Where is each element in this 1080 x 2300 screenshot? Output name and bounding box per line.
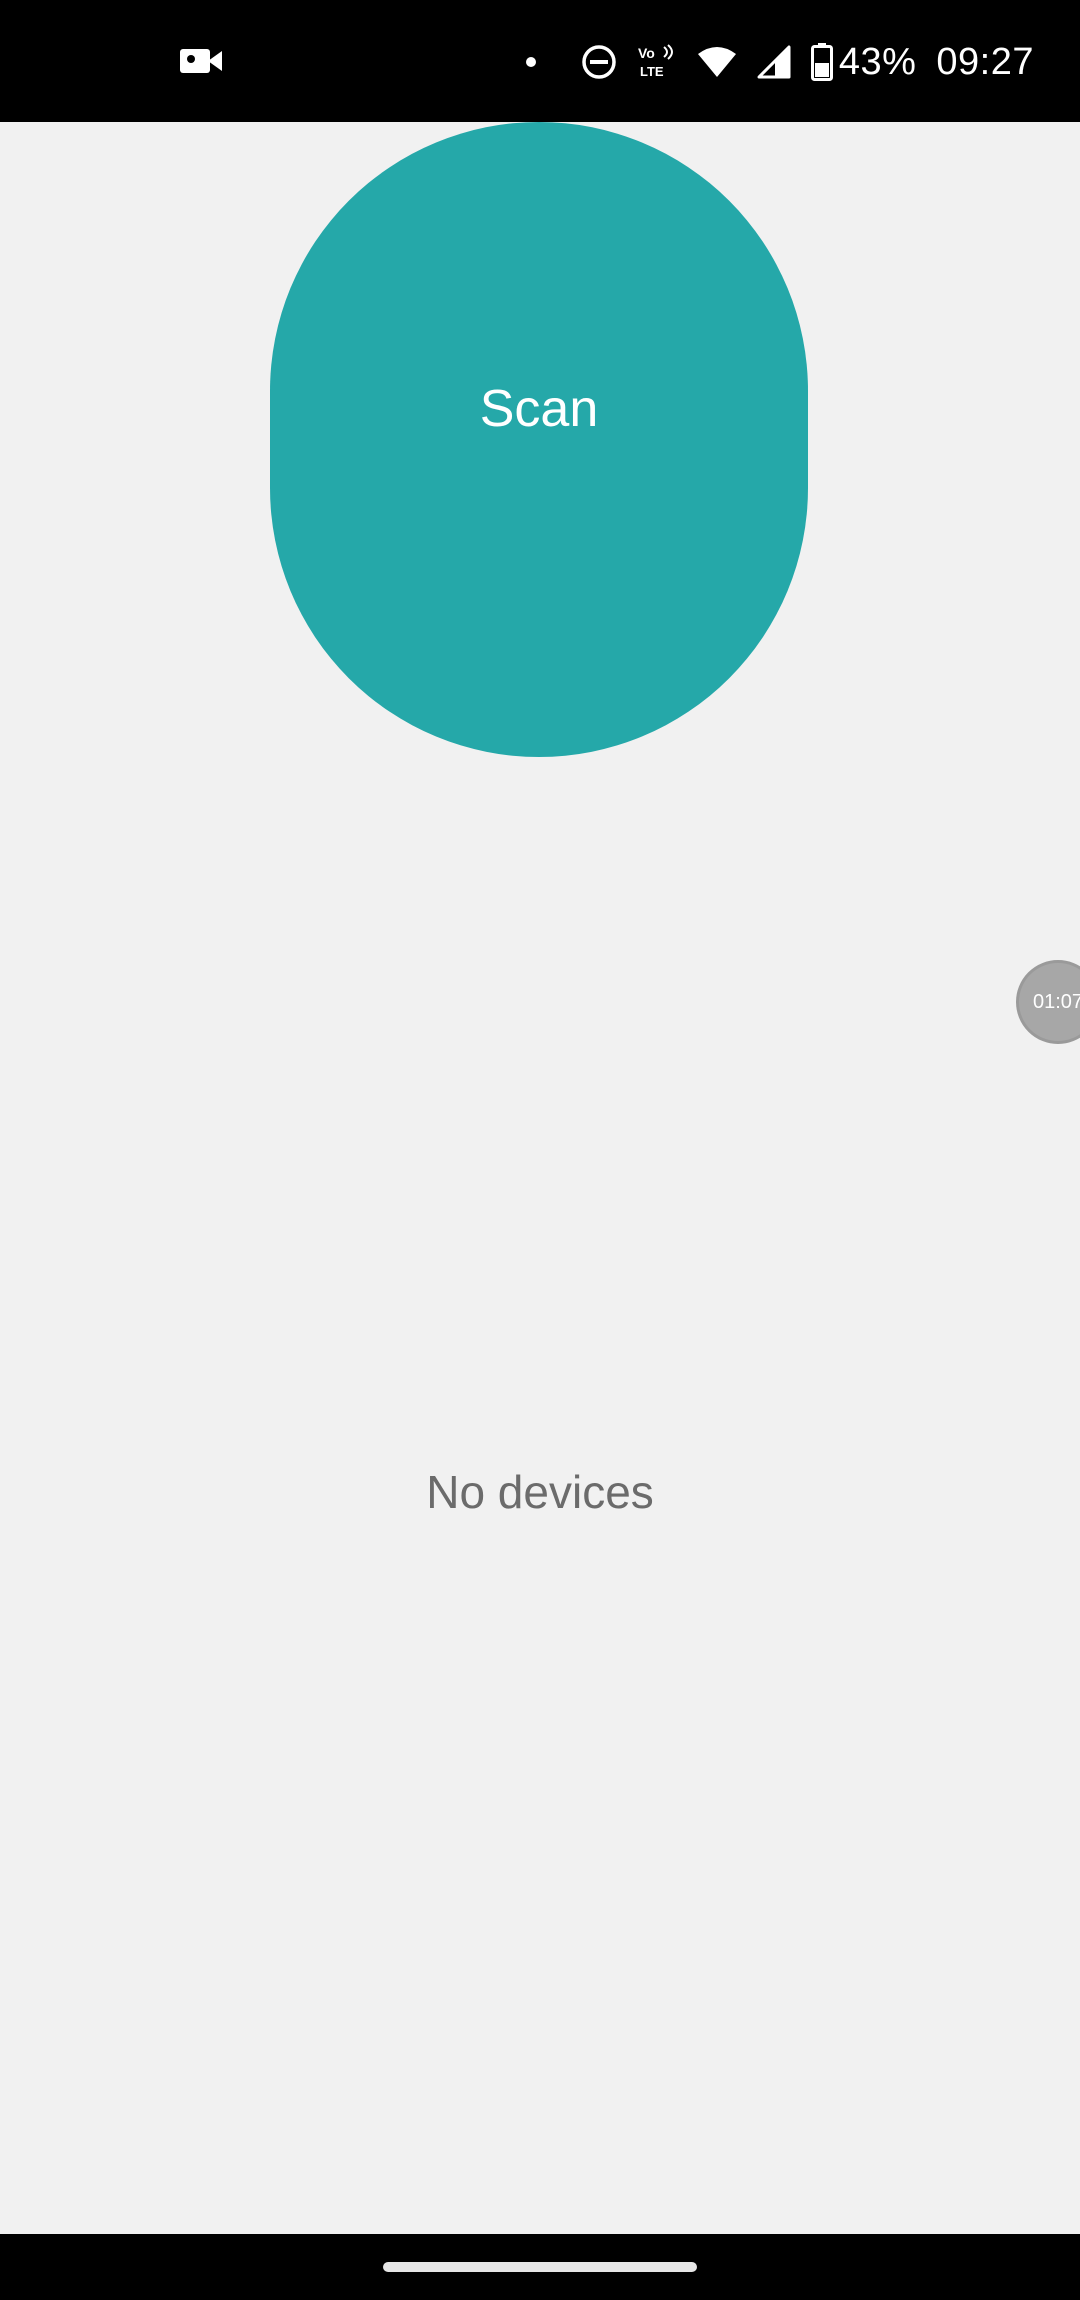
recording-timer: 01:07 — [1033, 990, 1080, 1013]
battery-percentage: 43% — [838, 40, 917, 83]
notification-dot-icon — [525, 56, 537, 68]
navigation-bar — [0, 2234, 1080, 2300]
screen: Vo LTE 43% 09:27 Scan No devices 01:07 — [0, 0, 1080, 2300]
scan-button-label: Scan — [479, 379, 599, 438]
volte-icon: Vo LTE — [637, 44, 677, 80]
status-bar: Vo LTE 43% 09:27 — [0, 0, 1080, 122]
svg-text:Vo: Vo — [638, 45, 655, 61]
scan-button[interactable]: Scan — [270, 122, 808, 757]
battery-icon — [810, 43, 833, 81]
do-not-disturb-icon — [581, 44, 617, 80]
video-camera-icon — [180, 46, 222, 76]
main-content: Scan No devices — [0, 122, 1080, 2234]
clock: 09:27 — [936, 40, 1034, 83]
status-icons: Vo LTE 43% 09:27 — [525, 36, 1034, 88]
empty-state-text: No devices — [426, 1466, 654, 1518]
signal-icon — [757, 45, 791, 79]
home-gesture-handle[interactable] — [383, 2262, 697, 2272]
svg-text:LTE: LTE — [640, 64, 664, 79]
wifi-icon — [697, 46, 737, 78]
